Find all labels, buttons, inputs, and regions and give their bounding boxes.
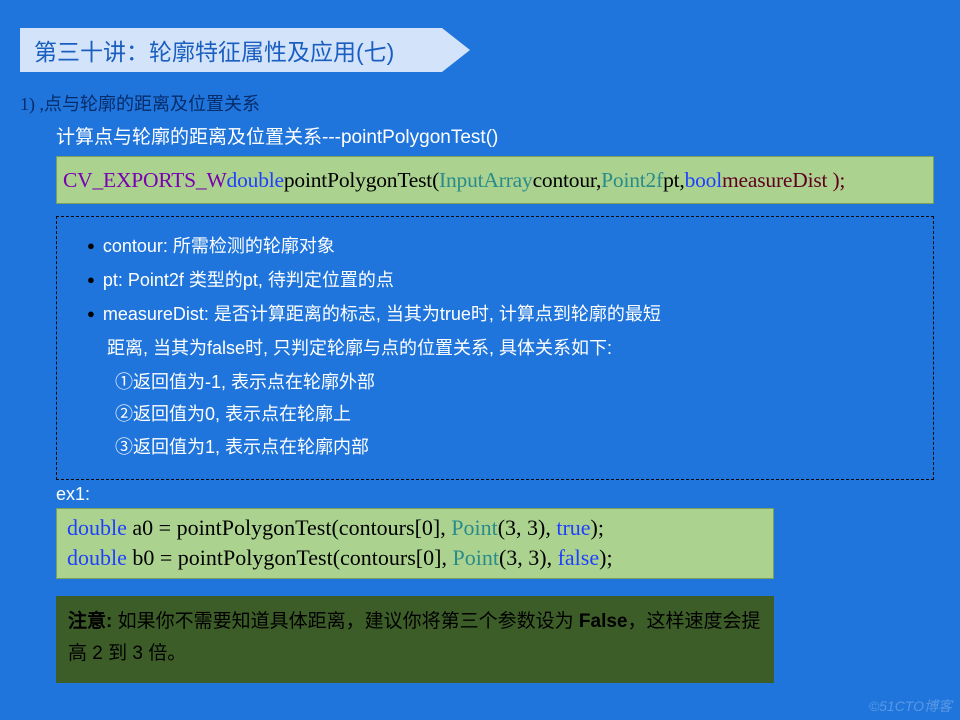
api-signature-box: CV_EXPORTS_W double pointPolygonTest( In…: [56, 156, 934, 204]
api-token: InputArray: [439, 168, 533, 193]
param-item: measureDist: 是否计算距离的标志, 当其为true时, 计算点到轮廓…: [71, 301, 919, 329]
return-case: ③返回值为1, 表示点在轮廓内部: [115, 434, 919, 462]
api-token: pointPolygonTest(: [284, 168, 439, 193]
api-token: CV_EXPORTS_W: [63, 168, 227, 193]
example-label: ex1:: [56, 484, 90, 505]
section-heading: 1) ,点与轮廓的距离及位置关系: [20, 90, 260, 116]
api-token: double: [227, 168, 284, 193]
code-token: Point: [451, 515, 497, 540]
param-item-cont: 距离, 当其为false时, 只判定轮廓与点的位置关系, 具体关系如下:: [71, 335, 919, 363]
code-token: double: [67, 515, 127, 540]
api-token: measureDist );: [722, 168, 845, 193]
note-emph: False: [579, 611, 628, 632]
code-token: (3, 3),: [499, 545, 558, 570]
api-token: pt,: [663, 168, 685, 193]
code-example-box: double a0 = pointPolygonTest(contours[0]…: [56, 508, 774, 579]
code-token: );: [599, 545, 612, 570]
note-label: 注意:: [68, 611, 112, 632]
code-token: b0 = pointPolygonTest(contours[0],: [127, 545, 453, 570]
watermark: ©51CTO博客: [869, 696, 952, 716]
api-token: bool: [685, 168, 722, 193]
code-token: false: [558, 545, 600, 570]
code-token: Point: [452, 545, 498, 570]
note-text: 如果你不需要知道具体距离，建议你将第三个参数设为: [112, 611, 579, 632]
code-token: a0 = pointPolygonTest(contours[0],: [127, 515, 451, 540]
api-token: contour,: [533, 168, 602, 193]
function-description: 计算点与轮廓的距离及位置关系---pointPolygonTest(): [56, 122, 498, 149]
parameters-box: contour: 所需检测的轮廓对象 pt: Point2f 类型的pt, 待判…: [56, 216, 934, 480]
api-token: Point2f: [601, 168, 663, 193]
lecture-title: 第三十讲：轮廓特征属性及应用(七): [34, 33, 394, 67]
code-token: );: [591, 515, 604, 540]
return-case: ②返回值为0, 表示点在轮廓上: [115, 401, 919, 429]
lecture-title-banner: 第三十讲：轮廓特征属性及应用(七): [20, 28, 470, 72]
param-item: pt: Point2f 类型的pt, 待判定位置的点: [71, 267, 919, 295]
code-line: double b0 = pointPolygonTest(contours[0]…: [67, 543, 763, 573]
code-line: double a0 = pointPolygonTest(contours[0]…: [67, 513, 763, 543]
code-token: true: [556, 515, 590, 540]
note-box: 注意: 如果你不需要知道具体距离，建议你将第三个参数设为 False，这样速度会…: [56, 596, 774, 683]
code-token: double: [67, 545, 127, 570]
return-case: ①返回值为-1, 表示点在轮廓外部: [115, 369, 919, 397]
param-item: contour: 所需检测的轮廓对象: [71, 233, 919, 261]
code-token: (3, 3),: [498, 515, 557, 540]
